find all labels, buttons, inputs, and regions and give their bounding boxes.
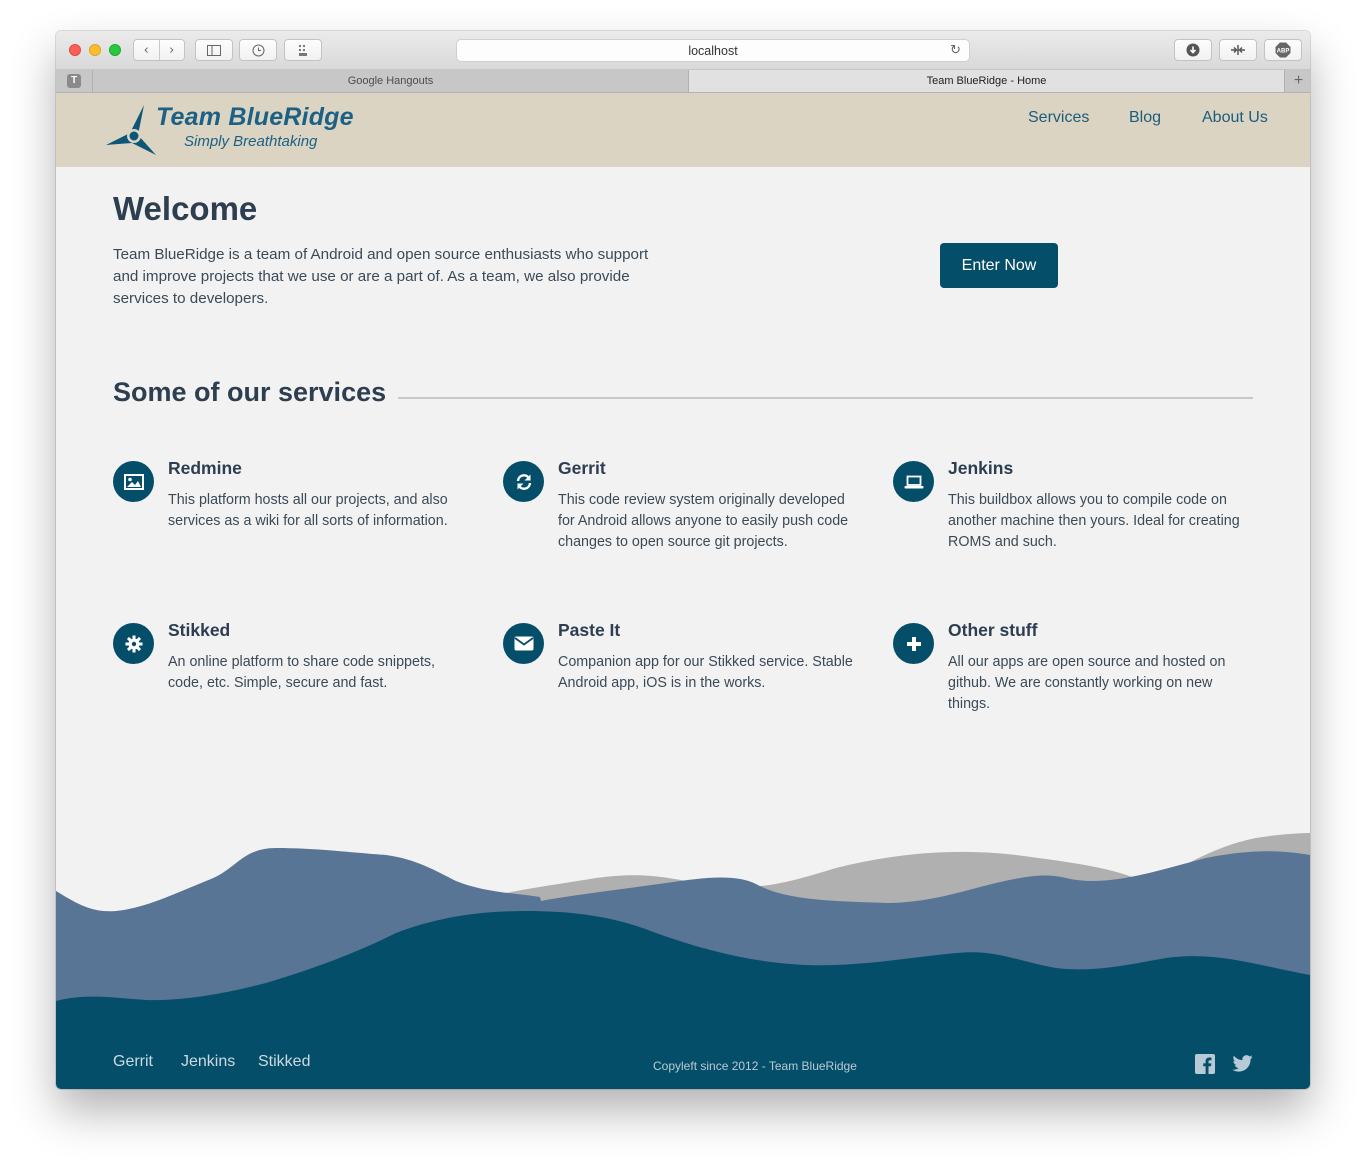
pinned-tab[interactable]: T: [56, 70, 93, 92]
address-bar-url: localhost: [688, 43, 738, 58]
site-title[interactable]: Team BlueRidge: [156, 103, 354, 132]
back-arrow-icon[interactable]: ‹: [134, 43, 159, 58]
downloads-button[interactable]: [1174, 39, 1212, 61]
browser-window: ‹ › localhost ↻ ABP T Google Hangouts Te…: [56, 31, 1310, 1089]
extension-button[interactable]: [284, 39, 322, 61]
svg-text:ABP: ABP: [1277, 49, 1290, 55]
facebook-icon[interactable]: [1195, 1054, 1215, 1074]
services-heading: Some of our services: [113, 377, 387, 407]
nav-blog[interactable]: Blog: [1129, 109, 1161, 127]
arrows-in-icon: [1231, 45, 1245, 55]
service-name: Other stuff: [948, 620, 1038, 640]
nav-about-us[interactable]: About Us: [1202, 109, 1268, 127]
sidebar-toggle-button[interactable]: [195, 39, 233, 61]
plus-icon: [893, 623, 934, 664]
service-description: This code review system originally devel…: [558, 492, 849, 550]
new-tab-button[interactable]: +: [1287, 70, 1310, 92]
tab-label: Google Hangouts: [347, 75, 434, 87]
services-divider: [398, 397, 1253, 399]
reload-icon[interactable]: ↻: [950, 43, 961, 58]
refresh-icon: [503, 461, 544, 502]
footer-link-gerrit[interactable]: Gerrit: [113, 1053, 153, 1071]
footer-link-stikked[interactable]: Stikked: [258, 1053, 310, 1071]
tab-label: Team BlueRidge - Home: [926, 75, 1047, 87]
tab-team-blueridge-home[interactable]: Team BlueRidge - Home: [689, 70, 1285, 92]
nav-services[interactable]: Services: [1028, 109, 1089, 127]
gear-icon: [113, 623, 154, 664]
enter-now-button[interactable]: Enter Now: [940, 243, 1058, 288]
site-tagline: Simply Breathtaking: [184, 133, 318, 150]
plus-icon: +: [1293, 72, 1304, 89]
service-description: An online platform to share code snippet…: [168, 654, 436, 691]
footer-link-jenkins[interactable]: Jenkins: [181, 1053, 235, 1071]
service-name: Paste It: [558, 620, 621, 640]
browser-toolbar: ‹ › localhost ↻ ABP: [56, 31, 1310, 70]
tab-overview-button[interactable]: [1219, 39, 1257, 61]
adblock-icon: ABP: [1275, 42, 1291, 58]
web-page: Team BlueRidge Simply Breathtaking Servi…: [56, 93, 1310, 1089]
service-name: Stikked: [168, 620, 231, 640]
twitter-icon[interactable]: [1232, 1055, 1253, 1072]
site-footer: Gerrit Jenkins Stikked Copyleft since 20…: [56, 1019, 1310, 1089]
clock-icon: [252, 44, 264, 56]
history-nav-buttons: ‹ ›: [133, 39, 185, 61]
download-icon: [1186, 43, 1200, 57]
mountain-landscape: [56, 833, 1310, 1023]
service-description: Companion app for our Stikked service. S…: [558, 654, 853, 691]
logo-icon[interactable]: [104, 103, 156, 157]
tab-bar: T Google Hangouts Team BlueRidge - Home …: [56, 70, 1310, 93]
copyright-text: Copyleft since 2012 - Team BlueRidge: [653, 1059, 857, 1073]
address-bar[interactable]: localhost ↻: [456, 39, 970, 62]
intro-text: Team BlueRidge is a team of Android and …: [113, 246, 649, 307]
service-description: This platform hosts all our projects, an…: [168, 492, 448, 529]
pinned-tab-icon: T: [67, 74, 81, 88]
tab-google-hangouts[interactable]: Google Hangouts: [93, 70, 689, 92]
service-description: All our apps are open source and hosted …: [948, 654, 1226, 712]
image-icon: [113, 461, 154, 502]
envelope-icon: [503, 623, 544, 664]
close-window-button[interactable]: [69, 44, 81, 56]
service-description: This buildbox allows you to compile code…: [948, 492, 1240, 550]
welcome-heading: Welcome: [113, 190, 258, 227]
service-name: Gerrit: [558, 458, 606, 478]
minimize-window-button[interactable]: [89, 44, 101, 56]
site-header: Team BlueRidge Simply Breathtaking Servi…: [56, 93, 1310, 167]
sidebar-icon: [207, 44, 221, 56]
zoom-window-button[interactable]: [109, 44, 121, 56]
forward-arrow-icon[interactable]: ›: [160, 43, 185, 58]
dotted-grid-icon: [299, 44, 307, 56]
service-name: Redmine: [168, 458, 242, 478]
history-button[interactable]: [239, 39, 277, 61]
adblock-button[interactable]: ABP: [1264, 39, 1302, 61]
laptop-icon: [893, 461, 934, 502]
service-name: Jenkins: [948, 458, 1014, 478]
